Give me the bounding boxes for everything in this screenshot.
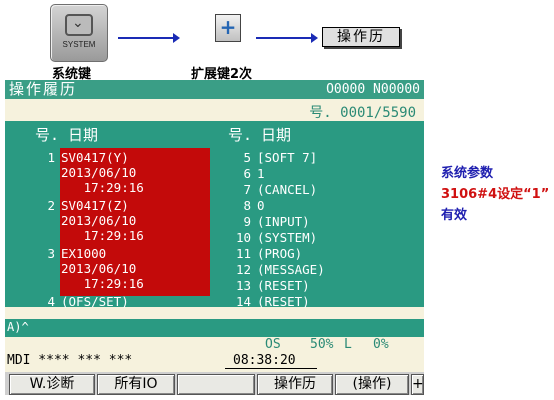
entry-number: 7	[243, 182, 251, 197]
entry-text: (SYSTEM)	[257, 230, 318, 245]
key-input-line[interactable]: A)^	[5, 319, 424, 337]
entry-number: 13	[235, 278, 251, 293]
page-indicator-row: 号. 0001/5590	[5, 99, 424, 121]
override-status-row: OS 50% L 0%	[5, 338, 424, 352]
mode-status: MDI **** *** ***	[7, 353, 133, 368]
clock-box: 08:38:20	[225, 353, 317, 369]
note-line-3: 有效	[441, 208, 468, 223]
note-line-1: 系统参数	[441, 166, 494, 181]
cnc-screen: 操作履历 O0000 N00000 号. 0001/5590 号. 日期 号. …	[5, 80, 424, 395]
entry-text: 0	[257, 198, 265, 213]
program-numbers: O0000 N00000	[326, 82, 420, 97]
input-prompt: A)^	[7, 320, 29, 334]
l-label: L	[344, 337, 352, 352]
note-line-2: 3106#4设定“1”	[441, 187, 550, 202]
entry-text: (PROG)	[257, 246, 303, 261]
system-key-icon: ⌄	[65, 14, 93, 36]
softkey-extend[interactable]: +	[411, 374, 424, 395]
entry-number: 9	[243, 214, 251, 229]
mode-status-row: MDI **** *** *** 08:38:20	[5, 353, 424, 369]
entry-number: 14	[235, 294, 251, 309]
entry-text: (RESET)	[257, 278, 310, 293]
history-softkey-sample[interactable]: 操作历	[322, 27, 400, 47]
entry-text: [SOFT 7]	[257, 150, 318, 165]
right-column-header: 号. 日期	[228, 126, 292, 144]
os-value: 50%	[310, 337, 334, 352]
entry-number: 6	[243, 166, 251, 181]
arrow-right-icon	[118, 33, 180, 43]
entry-number: 12	[235, 262, 251, 277]
page-indicator: 号. 0001/5590	[309, 105, 416, 121]
softkey-operation-history[interactable]: 操作历	[257, 374, 333, 395]
l-value: 0%	[373, 337, 389, 352]
entry-text: (INPUT)	[257, 214, 310, 229]
left-column-header: 号. 日期	[35, 126, 99, 144]
screen-title: 操作履历	[9, 80, 78, 98]
entry-text: 1	[257, 166, 265, 181]
entry-text: (MESSAGE)	[257, 262, 325, 277]
softkey-all-io[interactable]: 所有IO	[97, 374, 175, 395]
screen-title-bar: 操作履历 O0000 N00000	[5, 80, 424, 99]
system-key-text: SYSTEM	[62, 40, 96, 49]
entry-number: 10	[235, 230, 251, 245]
softkey-bar: W.诊断 所有IO 操作历 (操作) +	[5, 372, 424, 395]
system-key-button[interactable]: ⌄ SYSTEM	[50, 4, 108, 62]
entry-text: (RESET)	[257, 294, 310, 309]
extend-key-button[interactable]: +	[215, 14, 241, 42]
entry-text: (CANCEL)	[257, 182, 318, 197]
entry-number: 5	[243, 150, 251, 165]
os-label: OS	[265, 337, 281, 352]
softkey-blank[interactable]	[177, 374, 255, 395]
clock: 08:38:20	[233, 353, 296, 368]
entry-number: 8	[243, 198, 251, 213]
arrow-right-icon	[256, 33, 318, 43]
softkey-w-diagnosis[interactable]: W.诊断	[9, 374, 95, 395]
entry-number: 11	[235, 246, 251, 261]
softkey-operation[interactable]: (操作)	[335, 374, 409, 395]
